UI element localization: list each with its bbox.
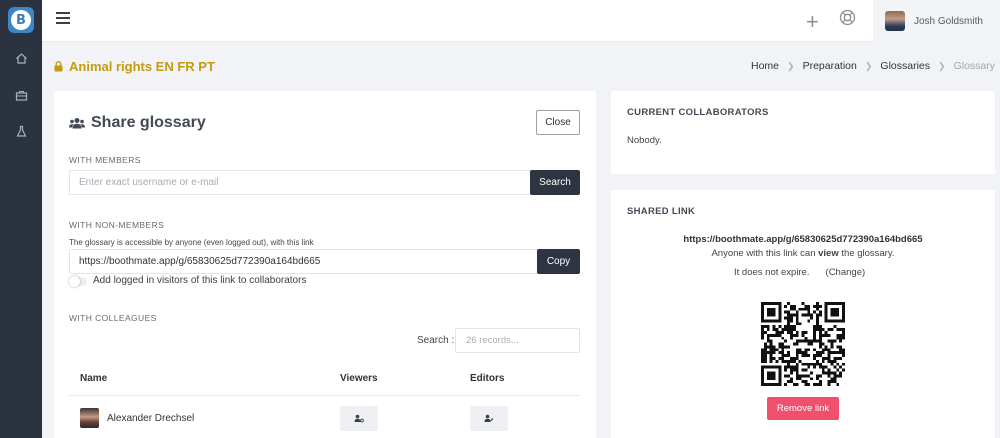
chevron-right-icon: ❯ (938, 60, 946, 71)
lifebuoy-icon[interactable] (839, 9, 856, 29)
collaborators-card: CURRENT COLLABORATORS Nobody. (611, 91, 995, 174)
add-viewer-button[interactable] (340, 406, 378, 431)
close-button[interactable]: Close (536, 110, 580, 135)
share-glossary-card: Share glossary Close WITH MEMBERS Enter … (54, 91, 596, 438)
description-permission: view (818, 248, 839, 259)
logo-letter: B (11, 10, 31, 30)
share-title-text: Share glossary (91, 114, 206, 131)
page-title: Animal rights EN FR PT (54, 59, 215, 74)
user-view-icon (354, 414, 364, 423)
flask-icon[interactable] (11, 121, 31, 141)
menu-icon[interactable] (56, 12, 70, 24)
add-visitors-label: Add logged in visitors of this link to c… (93, 275, 307, 286)
project-title-text: Animal rights EN FR PT (69, 59, 215, 74)
colleagues-label: WITH COLLEAGUES (69, 313, 157, 323)
avatar (80, 408, 99, 428)
change-expiry-link[interactable]: (Change) (826, 267, 866, 278)
qr-code (761, 302, 845, 386)
app-logo[interactable]: B (8, 7, 34, 33)
shared-link-card: SHARED LINK https://boothmate.app/g/6583… (611, 190, 995, 438)
description-text: Anyone with this link can (711, 248, 819, 259)
search-label: Search : (417, 335, 455, 346)
table-divider (69, 395, 580, 396)
chevron-right-icon: ❯ (864, 60, 873, 71)
search-button[interactable]: Search (530, 170, 580, 195)
copy-button[interactable]: Copy (537, 249, 580, 274)
add-editor-button[interactable] (470, 406, 508, 431)
lock-icon (54, 61, 63, 72)
breadcrumb: Home ❯ Preparation ❯ Glossaries ❯ Glossa… (751, 60, 995, 72)
add-visitors-toggle[interactable] (69, 276, 87, 287)
left-sidebar: B (0, 0, 42, 438)
collaborators-empty-text: Nobody. (627, 135, 662, 146)
page-header: Animal rights EN FR PT Home ❯ Preparatio… (42, 42, 1000, 90)
nonmembers-label: WITH NON-MEMBERS (69, 220, 165, 230)
expiry-row: It does not expire. (Change) (734, 267, 865, 278)
colleague-search-input[interactable]: 26 records... (455, 328, 580, 353)
breadcrumb-preparation[interactable]: Preparation (803, 60, 857, 72)
chevron-right-icon: ❯ (787, 60, 795, 71)
home-icon[interactable] (11, 48, 31, 68)
users-icon (69, 118, 85, 129)
shared-link-description: Anyone with this link can view the gloss… (611, 248, 995, 259)
top-bar: + Josh Goldsmith (42, 0, 1000, 42)
briefcase-icon[interactable] (11, 85, 31, 105)
breadcrumb-current: Glossary (953, 60, 995, 72)
shared-link-title: SHARED LINK (627, 206, 696, 217)
user-menu[interactable]: Josh Goldsmith (873, 0, 1000, 42)
members-label: WITH MEMBERS (69, 155, 141, 165)
share-title: Share glossary (69, 114, 206, 132)
breadcrumb-glossaries[interactable]: Glossaries (880, 60, 930, 72)
avatar (885, 11, 905, 31)
remove-link-button[interactable]: Remove link (767, 397, 839, 420)
breadcrumb-home[interactable]: Home (751, 60, 779, 72)
member-search-input[interactable]: Enter exact username or e-mail (69, 170, 531, 195)
expiry-text: It does not expire. (734, 267, 810, 278)
description-text-end: the glossary. (838, 248, 895, 259)
user-edit-icon (484, 414, 494, 422)
column-header-name[interactable]: Name (80, 373, 107, 384)
user-name: Josh Goldsmith (914, 15, 983, 27)
column-header-editors[interactable]: Editors (470, 373, 504, 384)
colleague-name: Alexander Drechsel (107, 413, 195, 424)
column-header-viewers[interactable]: Viewers (340, 373, 378, 384)
plus-icon[interactable]: + (806, 9, 819, 35)
shared-link-url[interactable]: https://boothmate.app/g/65830625d772390a… (611, 234, 995, 245)
collaborators-title: CURRENT COLLABORATORS (627, 107, 769, 118)
nonmembers-help: The glossary is accessible by anyone (ev… (69, 238, 314, 247)
share-link-field[interactable]: https://boothmate.app/g/65830625d772390a… (69, 249, 538, 274)
